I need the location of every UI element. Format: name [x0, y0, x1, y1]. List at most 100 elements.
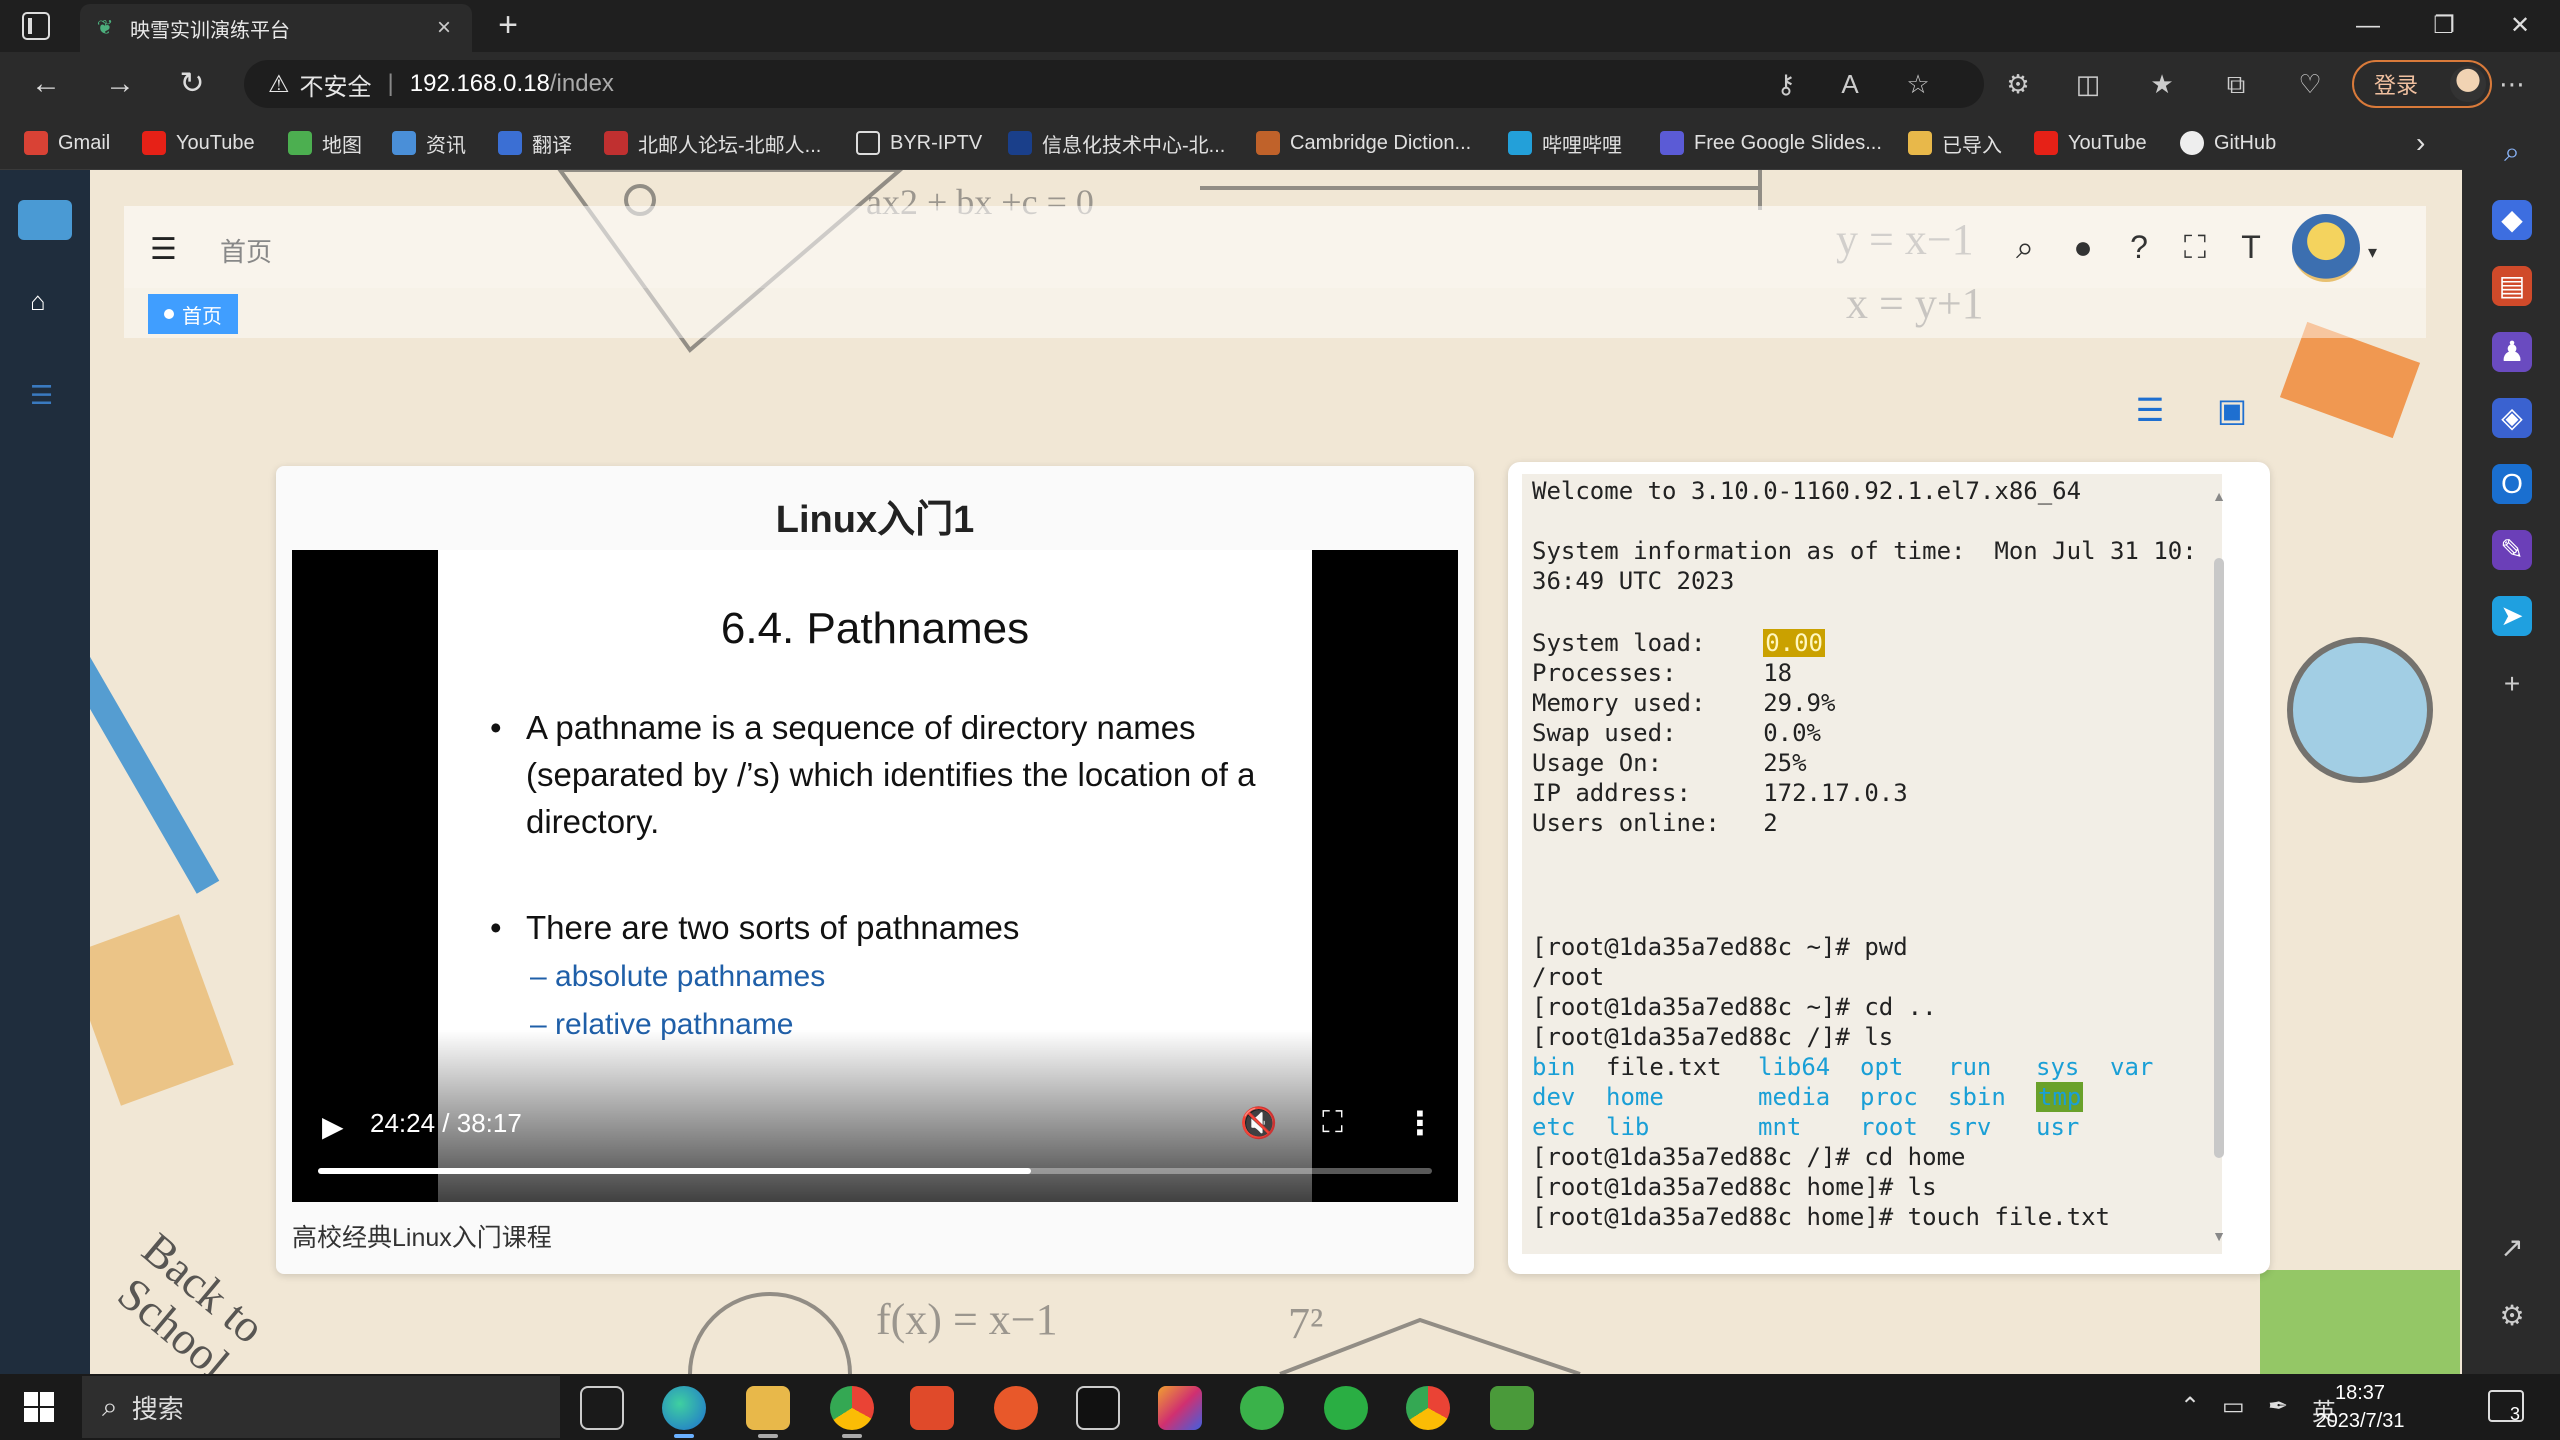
ls-entry: lib64 [1758, 1053, 1831, 1081]
bookmark-it-center[interactable]: 信息化技术中心-北... [1008, 128, 1225, 158]
bookmark-github[interactable]: GitHub [2180, 128, 2276, 158]
bookmark-gmail[interactable]: Gmail [24, 128, 110, 158]
split-screen-icon[interactable]: ◫ [2070, 66, 2106, 102]
favorite-star-icon[interactable]: ☆ [1900, 66, 1936, 102]
url-input[interactable]: ⚠ 不安全 | 192.168.0.18/index [244, 60, 1984, 108]
terminal-app-icon[interactable] [1076, 1386, 1120, 1430]
tag-home[interactable]: 首页 [148, 294, 238, 334]
bookmark-translate[interactable]: 翻译 [498, 128, 572, 158]
bookmark-bilibili[interactable]: 哔哩哔哩 [1508, 128, 1622, 158]
copilot-icon[interactable]: ◈ [2492, 398, 2532, 438]
collections-icon[interactable]: ⧉ [2218, 66, 2254, 102]
forward-icon[interactable]: → [100, 64, 140, 104]
terminal-scrollbar[interactable]: ▲ ▼ [2212, 488, 2226, 1248]
sidebar-toggle-icon[interactable]: ☰ [150, 232, 177, 267]
wps-app-icon[interactable] [910, 1386, 954, 1430]
games-icon[interactable]: ♟ [2492, 332, 2532, 372]
chevron-down-icon[interactable]: ▾ [2368, 242, 2377, 263]
settings-gear-icon[interactable]: ⚙ [2492, 1296, 2532, 1336]
more-options-icon[interactable]: ⋮ [1404, 1104, 1436, 1142]
chrome-app-icon[interactable] [830, 1386, 874, 1430]
browser-essentials-icon[interactable]: ♡ [2292, 66, 2328, 102]
bookmark-imported-folder[interactable]: 已导入 [1908, 128, 2002, 158]
menu-list-icon[interactable]: ☰ [30, 380, 53, 411]
help-icon[interactable]: ? [2120, 228, 2158, 266]
extensions-icon[interactable]: ⚙ [2000, 66, 2036, 102]
add-icon[interactable]: + [2492, 664, 2532, 704]
show-hidden-icons-icon[interactable]: ⌃ [2180, 1392, 2200, 1421]
read-aloud-icon[interactable]: A [1832, 66, 1868, 102]
site-favicon-icon: ❦ [96, 17, 114, 39]
security-status[interactable]: 不安全 [300, 67, 372, 102]
terminal-view-icon[interactable]: ▣ [2210, 392, 2254, 428]
clock-date[interactable]: 2023/7/31 [2290, 1410, 2430, 1433]
wechat-app-icon[interactable] [1324, 1386, 1368, 1430]
video-progress-bar[interactable] [318, 1168, 1432, 1174]
new-tab-icon[interactable]: + [490, 8, 526, 44]
tools-icon[interactable]: ▤ [2492, 266, 2532, 306]
scroll-down-icon[interactable]: ▼ [2212, 1228, 2226, 1244]
list-view-icon[interactable]: ☰ [2128, 392, 2172, 428]
bookmarks-overflow-icon[interactable]: › [2416, 127, 2425, 158]
task-view-icon[interactable] [580, 1386, 624, 1430]
sogou-app-icon[interactable] [1240, 1386, 1284, 1430]
github-icon[interactable]: ● [2064, 228, 2102, 266]
password-key-icon[interactable]: ⚷ [1768, 66, 1804, 102]
browser-tab[interactable]: ❦ 映雪实训演练平台 × [80, 4, 472, 52]
bookmark-cambridge[interactable]: Cambridge Diction... [1256, 128, 1471, 158]
open-external-icon[interactable]: ↗ [2492, 1228, 2532, 1268]
pen-icon[interactable]: ✒ [2268, 1392, 2288, 1421]
home-icon[interactable]: ⌂ [30, 286, 46, 317]
tab-actions-icon[interactable] [22, 12, 50, 40]
web-terminal[interactable]: Welcome to 3.10.0-1160.92.1.el7.x86_64 S… [1522, 474, 2222, 1254]
scrollbar-thumb[interactable] [2214, 558, 2224, 1158]
close-tab-icon[interactable]: × [430, 14, 458, 42]
battery-icon[interactable]: ▭ [2222, 1392, 2245, 1421]
bookmark-youtube[interactable]: YouTube [142, 128, 255, 158]
bookmark-news[interactable]: 资讯 [392, 128, 466, 158]
back-icon[interactable]: ← [26, 64, 66, 104]
clock-time[interactable]: 18:37 [2290, 1382, 2430, 1405]
shopping-tag-icon[interactable]: ◆ [2492, 200, 2532, 240]
editor-icon[interactable]: ✎ [2492, 530, 2532, 570]
taskbar-search[interactable]: ⌕ 搜索 [82, 1376, 560, 1438]
edge-app-icon[interactable] [662, 1386, 706, 1430]
notification-center-icon[interactable]: 3 [2488, 1390, 2524, 1424]
minimize-icon[interactable]: — [2348, 8, 2388, 44]
refresh-icon[interactable]: ↻ [172, 64, 212, 104]
ls-entry: home [1606, 1083, 1664, 1111]
chrome-profile-app-icon[interactable] [1406, 1386, 1450, 1430]
user-avatar[interactable] [2292, 214, 2360, 282]
video-player[interactable]: 6.4. Pathnames • A pathname is a sequenc… [292, 550, 1458, 1202]
send-icon[interactable]: ➤ [2492, 596, 2532, 636]
bookmark-maps[interactable]: 地图 [288, 128, 362, 158]
bookmark-google-slides[interactable]: Free Google Slides... [1660, 128, 1882, 158]
bookmark-byr-forum[interactable]: 北邮人论坛-北邮人... [604, 128, 821, 158]
breadcrumb[interactable]: 首页 [220, 232, 272, 269]
scroll-up-icon[interactable]: ▲ [2212, 488, 2226, 504]
url-separator: | [387, 70, 394, 97]
search-icon[interactable]: ⌕ [2006, 228, 2044, 266]
fullscreen-icon[interactable]: ⛶ [1322, 1106, 1343, 1140]
wallet-app-icon[interactable] [1490, 1386, 1534, 1430]
bookmark-youtube-2[interactable]: YouTube [2034, 128, 2147, 158]
font-size-icon[interactable]: T [2232, 228, 2270, 266]
running-indicator [842, 1434, 862, 1438]
outlook-icon[interactable]: O [2492, 464, 2532, 504]
warning-icon[interactable]: ⚠ [268, 70, 290, 99]
favorites-icon[interactable]: ★ [2144, 66, 2180, 102]
play-icon[interactable]: ▶ [322, 1110, 344, 1143]
login-button[interactable]: 登录 [2352, 60, 2492, 108]
fullscreen-icon[interactable]: ⛶ [2176, 228, 2214, 266]
file-explorer-icon[interactable] [746, 1386, 790, 1430]
muted-volume-icon[interactable]: 🔇 [1240, 1106, 1277, 1141]
more-menu-icon[interactable]: ⋯ [2494, 66, 2530, 102]
jetbrains-app-icon[interactable] [1158, 1386, 1202, 1430]
start-windows-icon[interactable] [24, 1392, 54, 1422]
weibo-app-icon[interactable] [994, 1386, 1038, 1430]
ls-entry: run [1948, 1053, 1992, 1081]
close-window-icon[interactable]: ✕ [2500, 8, 2540, 44]
restore-icon[interactable]: ❐ [2424, 8, 2464, 44]
search-icon[interactable]: ⌕ [2492, 132, 2532, 172]
bookmark-byr-iptv[interactable]: BYR-IPTV [856, 128, 982, 158]
